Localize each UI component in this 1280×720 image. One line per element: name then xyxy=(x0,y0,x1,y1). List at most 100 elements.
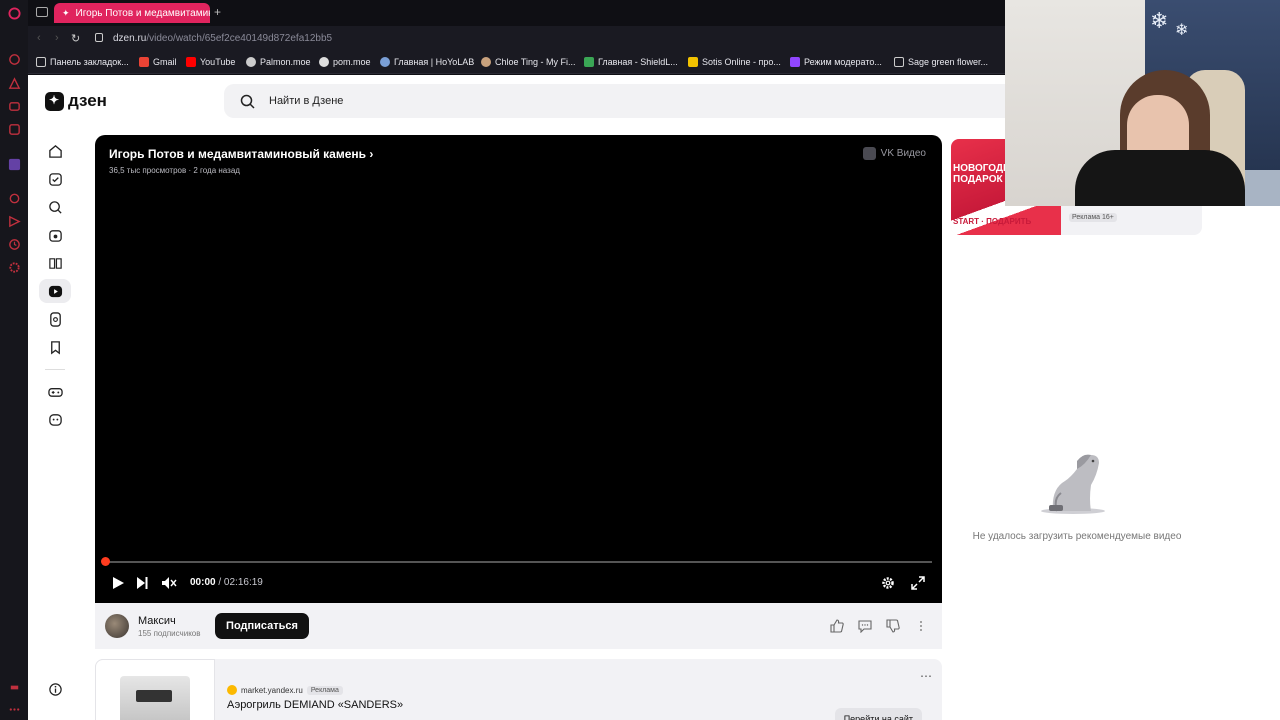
back-icon[interactable]: ‹ xyxy=(37,32,41,44)
send-icon[interactable] xyxy=(7,214,21,228)
next-button[interactable] xyxy=(135,575,149,591)
like-icon[interactable] xyxy=(830,619,844,633)
channel-row: Максич 155 подписчиков Подписаться xyxy=(95,603,942,649)
search-icon xyxy=(240,94,255,109)
vk-video-badge[interactable]: VK Видео xyxy=(862,147,926,160)
bookmark-label: Sotis Online - про... xyxy=(702,57,781,67)
bookmark-label: Chloe Ting - My Fi... xyxy=(495,57,576,67)
bookmark-item[interactable]: Gmail xyxy=(139,57,177,67)
bookmark-icon[interactable] xyxy=(47,339,63,355)
tab-favicon-icon: ✦ xyxy=(62,7,70,18)
sotis-icon xyxy=(688,57,698,67)
dislike-icon[interactable] xyxy=(886,619,900,633)
settings-icon[interactable] xyxy=(7,260,21,274)
warning-icon[interactable] xyxy=(7,76,21,90)
snowflake-icon: ❄ xyxy=(1150,8,1169,33)
twitch-icon[interactable] xyxy=(7,157,21,171)
youtube-icon xyxy=(186,57,196,67)
forward-icon[interactable]: › xyxy=(55,32,59,44)
subscribe-button[interactable]: Подписаться xyxy=(215,613,309,639)
zen-logo-text: дзен xyxy=(68,91,107,110)
vk-video-label: VK Видео xyxy=(880,148,926,159)
new-tab-button[interactable]: + xyxy=(214,5,221,19)
bookmark-item[interactable]: Главная | HoYoLAB xyxy=(380,57,474,67)
channels-icon[interactable] xyxy=(47,227,63,243)
play-button[interactable] xyxy=(111,575,125,591)
bookmark-item[interactable]: YouTube xyxy=(186,57,235,67)
bookmark-item[interactable]: Chloe Ting - My Fi... xyxy=(481,57,576,67)
play-icon xyxy=(113,577,124,589)
progress-bar[interactable] xyxy=(105,561,932,563)
mute-button[interactable] xyxy=(161,575,177,591)
wallet-icon[interactable] xyxy=(7,99,21,113)
opera-sidebar xyxy=(0,0,28,720)
articles-icon[interactable] xyxy=(47,255,63,271)
video-icon[interactable] xyxy=(47,283,63,299)
history-icon[interactable] xyxy=(7,237,21,251)
circle-icon[interactable] xyxy=(7,191,21,205)
current-time: 00:00 xyxy=(190,577,216,588)
ad-title[interactable]: Аэрогриль DEMIAND «SANDERS» xyxy=(227,699,403,711)
url-path: /video/watch/65ef2ce40149d872efa12bb5 xyxy=(146,33,333,44)
chevron-right-icon: › xyxy=(369,147,374,161)
duration: / 02:16:19 xyxy=(218,577,263,588)
zen-logo[interactable]: дзен xyxy=(45,91,107,111)
chloe-icon xyxy=(481,57,491,67)
bookmark-label: Главная - ShieldL... xyxy=(598,57,678,67)
tab-active[interactable]: ✦ Игорь Потов и медамвитамин xyxy=(54,3,210,23)
progress-knob[interactable] xyxy=(101,557,110,566)
bookmark-item[interactable]: Sotis Online - про... xyxy=(688,57,781,67)
ad-age-label: Реклама 16+ xyxy=(1069,213,1117,222)
reload-icon[interactable]: ↻ xyxy=(71,32,80,45)
bookmark-item[interactable]: pom.moe xyxy=(319,57,371,67)
bookmark-item[interactable]: Режим модерато... xyxy=(790,57,882,67)
ad-card[interactable]: market.yandex.ru Реклама Аэрогриль DEMIAN… xyxy=(95,659,942,720)
ad-image[interactable] xyxy=(95,659,215,720)
ad-source: market.yandex.ru Реклама xyxy=(227,685,343,695)
gear-icon xyxy=(882,577,894,589)
bookmark-label: Palmon.moe xyxy=(260,57,311,67)
opera-logo-icon[interactable] xyxy=(7,6,21,20)
bookmark-item[interactable]: Главная - ShieldL... xyxy=(584,57,678,67)
time-display: 00:00 / 02:16:19 xyxy=(190,577,263,588)
bookmark-label: Gmail xyxy=(153,57,177,67)
games-icon[interactable] xyxy=(47,383,63,399)
video-title-text: Игорь Потов и медамвитаминовый камень xyxy=(109,147,367,161)
subscriptions-icon[interactable] xyxy=(47,171,63,187)
comment-icon[interactable] xyxy=(858,619,872,634)
bookmark-item[interactable]: Панель закладок... xyxy=(36,57,129,67)
shorts-icon[interactable] xyxy=(47,311,63,327)
subscriber-count: 155 подписчиков xyxy=(138,629,201,638)
settings-button[interactable] xyxy=(881,575,895,591)
fullscreen-button[interactable] xyxy=(911,575,925,591)
search-placeholder: Найти в Дзене xyxy=(269,95,344,107)
bookmark-label: YouTube xyxy=(200,57,236,67)
webcam-monitor xyxy=(1245,170,1280,206)
more-options-icon[interactable] xyxy=(914,619,928,633)
video-player[interactable]: Игорь Потов и медамвитаминовый камень › … xyxy=(95,135,942,603)
video-meta: 36,5 тыс просмотров · 2 года назад xyxy=(109,166,240,175)
hoyolab-icon xyxy=(380,57,390,67)
search-nav-icon[interactable] xyxy=(47,199,63,215)
messenger-icon[interactable] xyxy=(7,122,21,136)
home-icon[interactable] xyxy=(47,143,63,159)
bookmark-item[interactable]: Palmon.moe xyxy=(246,57,311,67)
channel-name[interactable]: Максич xyxy=(138,615,176,627)
ad-more-icon[interactable]: ⋯ xyxy=(920,669,932,683)
bookmark-label: pom.moe xyxy=(333,57,371,67)
info-icon[interactable] xyxy=(47,681,63,697)
bookmark-item[interactable]: Sage green flower... xyxy=(894,57,988,67)
sidebar-extra-icon[interactable] xyxy=(7,680,21,694)
nav-divider xyxy=(45,369,65,370)
video-title[interactable]: Игорь Потов и медамвитаминовый камень › xyxy=(109,147,373,161)
search-input[interactable]: Найти в Дзене xyxy=(224,84,1014,118)
ad-cta-button[interactable]: Перейти на сайт xyxy=(834,708,922,720)
url-field[interactable]: dzen.ru/video/watch/65ef2ce40149d872efa1… xyxy=(113,33,332,44)
more-icon[interactable] xyxy=(7,702,21,716)
avatar[interactable] xyxy=(105,614,129,638)
page-icon xyxy=(894,57,904,67)
kids-icon[interactable] xyxy=(47,411,63,427)
empty-recommendations-text: Не удалось загрузить рекомендуемые видео xyxy=(972,531,1182,542)
workspaces-icon[interactable] xyxy=(36,7,48,17)
aria-icon[interactable] xyxy=(7,52,21,66)
